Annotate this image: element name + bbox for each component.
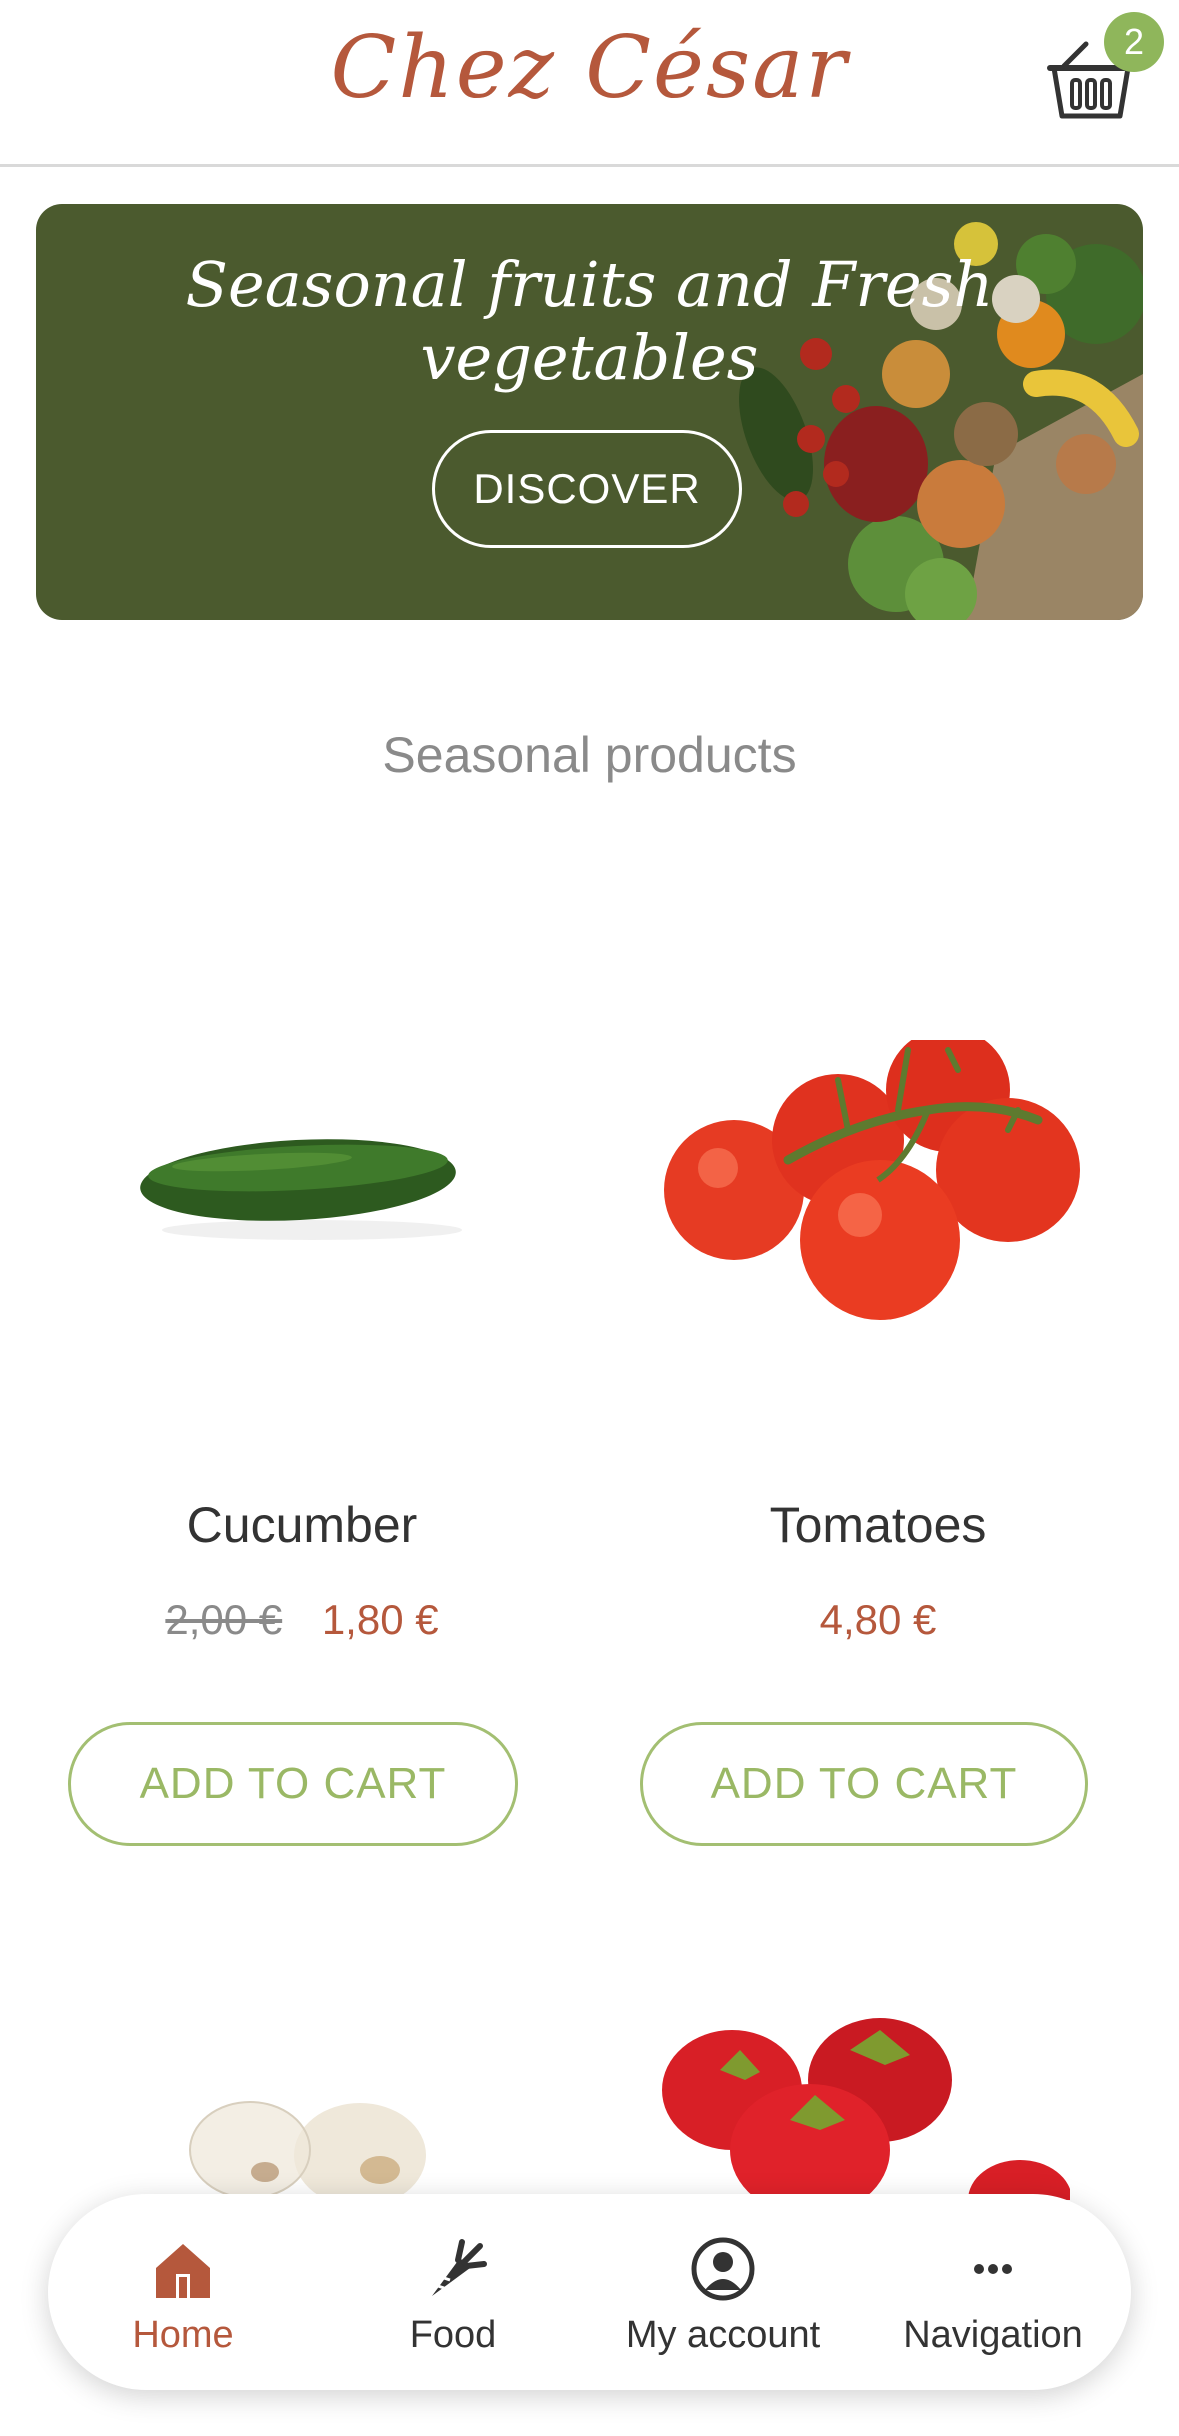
bottom-navigation: Home Food My account Navigation	[48, 2194, 1131, 2390]
price-row: 2,00 € 1,80 €	[22, 1596, 582, 1644]
carrot-icon	[432, 2239, 487, 2296]
brand-logo[interactable]: Chez César	[0, 18, 1179, 118]
add-to-cart-button[interactable]: ADD TO CART	[68, 1722, 518, 1846]
nav-item-account[interactable]: My account	[588, 2194, 858, 2390]
product-card: Cucumber 2,00 € 1,80 € ADD TO CART	[22, 1040, 582, 2000]
product-name: Tomatoes	[769, 1497, 987, 1553]
section-title: Seasonal products	[382, 727, 797, 783]
app-header: Chez César 2	[0, 0, 1179, 167]
nav-label-food: Food	[409, 2314, 497, 2356]
strawberries-image[interactable]	[650, 2000, 1070, 2200]
current-price: 1,80 €	[321, 1596, 439, 1643]
discover-button[interactable]: DISCOVER	[432, 430, 742, 548]
price-row: 4,80 €	[598, 1596, 1158, 1644]
nav-label-navigation: Navigation	[903, 2314, 1083, 2356]
more-icon	[974, 2264, 1012, 2274]
nav-label-account: My account	[625, 2314, 821, 2356]
promo-banner: Seasonal fruits and Fresh vegetables DIS…	[36, 204, 1143, 620]
cart-count-badge: 2	[1104, 12, 1164, 72]
add-to-cart-button[interactable]: ADD TO CART	[640, 1722, 1088, 1846]
product-name: Cucumber	[186, 1497, 418, 1553]
mushrooms-image[interactable]	[170, 2060, 450, 2200]
product-card: Tomatoes 4,80 € ADD TO CART	[598, 1040, 1158, 2000]
banner-title: Seasonal fruits and Fresh vegetables	[185, 248, 994, 394]
nav-label-home: Home	[132, 2314, 234, 2356]
tomatoes-image[interactable]	[598, 1040, 1158, 1520]
home-icon	[156, 2244, 210, 2298]
nav-item-navigation[interactable]: Navigation	[858, 2194, 1128, 2390]
nav-item-food[interactable]: Food	[318, 2194, 588, 2390]
nav-item-home[interactable]: Home	[48, 2194, 318, 2390]
cucumber-image[interactable]	[22, 1040, 582, 1520]
old-price: 2,00 €	[165, 1596, 283, 1643]
current-price: 4,80 €	[819, 1596, 937, 1643]
user-icon	[691, 2237, 755, 2301]
